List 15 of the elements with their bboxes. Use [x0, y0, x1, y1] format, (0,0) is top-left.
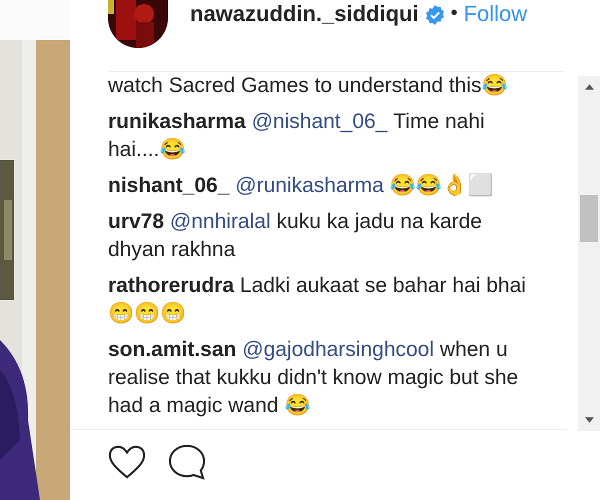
scrollbar[interactable]: [578, 76, 600, 431]
comment: son.amit.san @gajodharsinghcool when u realise that kukku didn't know magic but she had a magic wand 😂: [108, 337, 520, 419]
scrollbar-thumb[interactable]: [580, 195, 598, 242]
comment: runikasharma @nishant_06_ Time nahi hai....😂: [108, 109, 486, 163]
comment: watch Sacred Games to understand this😂: [108, 73, 509, 99]
heart-icon[interactable]: [108, 444, 146, 480]
scroll-up-icon[interactable]: [584, 84, 594, 90]
scroll-down-icon[interactable]: [584, 417, 594, 423]
username[interactable]: nawazuddin._siddiqui: [190, 1, 419, 27]
comment: urv78 @nnhiralal kuku ka jadu na karde dhyan rakhna: [108, 209, 483, 263]
separator-dot: •: [450, 2, 458, 25]
comment: rathorerudra Ladki aukaat se bahar hai bhai😁😁😁: [108, 273, 526, 327]
comment: nishant_06_ @runikasharma 😂😂👌⬜: [108, 172, 495, 199]
verified-badge-icon: [424, 5, 445, 25]
comment-icon[interactable]: [168, 444, 206, 480]
